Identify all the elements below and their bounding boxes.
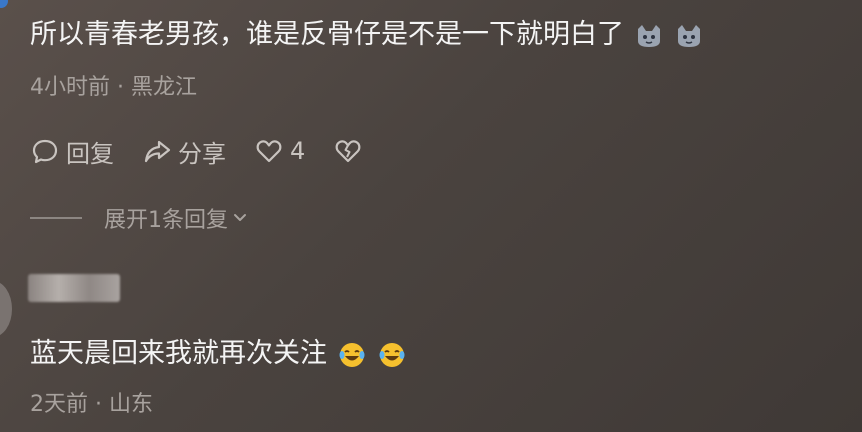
avatar-edge <box>0 0 8 8</box>
reply-button[interactable]: 回复 <box>30 134 114 169</box>
meta-separator: · <box>95 392 102 417</box>
comment-text: 蓝天晨回来我就再次关注 <box>30 337 407 371</box>
comment-text: 所以青春老男孩，谁是反骨仔是不是一下就明白了 <box>30 18 704 52</box>
comment-time: 4小时前 <box>30 75 110 100</box>
comment-meta: 4小时前 · 黑龙江 <box>30 74 197 102</box>
reply-bubble-icon <box>32 139 58 164</box>
laughing-tears-emoji-icon <box>379 342 405 367</box>
comment-meta: 2天前 · 山东 <box>30 391 153 419</box>
share-button[interactable]: 分享 <box>142 134 226 169</box>
cat-face-emoji-icon <box>638 24 660 47</box>
heart-icon <box>256 140 282 163</box>
comment-location: 山东 <box>109 392 154 417</box>
like-count: 4 <box>290 137 306 165</box>
dislike-button[interactable] <box>333 136 369 166</box>
cat-face-emoji-icon <box>678 24 700 47</box>
expand-divider <box>30 217 82 219</box>
comment-location: 黑龙江 <box>131 75 198 100</box>
like-button[interactable]: 4 <box>254 136 305 166</box>
share-arrow-icon <box>144 140 171 163</box>
chevron-down-icon <box>234 214 246 221</box>
broken-heart-icon <box>335 140 361 163</box>
laughing-tears-emoji-icon <box>339 342 365 367</box>
avatar[interactable] <box>0 281 12 337</box>
meta-separator: · <box>117 75 124 100</box>
comment-time: 2天前 <box>30 392 88 417</box>
expand-replies-button[interactable]: 展开1条回复 <box>30 203 250 233</box>
reply-label: 回复 <box>66 139 114 168</box>
comment-actions: 回复 分享 4 <box>30 134 397 168</box>
expand-replies-label: 展开1条回复 <box>104 208 228 233</box>
username-blurred[interactable] <box>28 274 120 302</box>
share-label: 分享 <box>178 139 226 168</box>
